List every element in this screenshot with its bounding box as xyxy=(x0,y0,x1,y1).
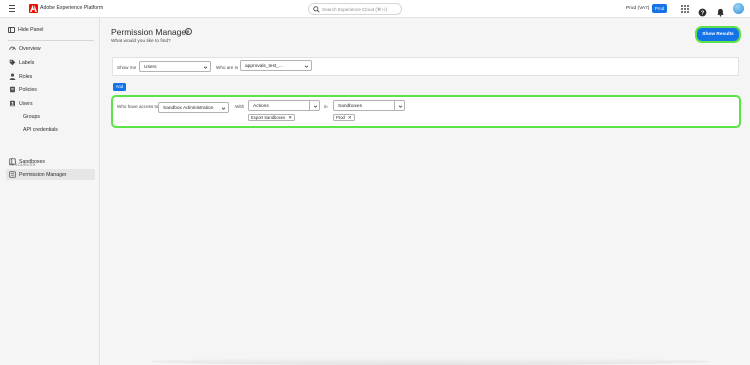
sidebar-item-sandboxes[interactable]: Sandboxes xyxy=(6,156,95,167)
sidebar-item-label: Labels xyxy=(19,60,35,66)
access-panel: Who have access to Sandbox Administratio… xyxy=(113,97,739,126)
remove-tag-icon[interactable]: ✕ xyxy=(348,115,352,120)
who-are-in-value: approvals_test_... xyxy=(245,64,283,69)
adobe-logo-icon[interactable] xyxy=(29,4,38,13)
global-search-input[interactable]: Search Experience Cloud (⌘+/) xyxy=(308,3,402,15)
chevron-down-icon xyxy=(203,66,208,69)
access-dropdown[interactable]: Sandbox Administration xyxy=(158,102,229,113)
show-me-dropdown[interactable]: Users xyxy=(139,61,211,72)
sidebar-item-policies[interactable]: Policies xyxy=(6,84,95,95)
policy-icon xyxy=(10,86,15,93)
org-switcher[interactable]: Prod (VA7) xyxy=(626,6,649,11)
search-placeholder: Search Experience Cloud (⌘+/) xyxy=(322,7,387,12)
page-subtitle: What would you like to find? xyxy=(111,39,171,44)
tag-label: Prod xyxy=(336,115,345,120)
in-label: in xyxy=(324,104,328,109)
avatar[interactable] xyxy=(733,3,744,14)
and-button[interactable]: And xyxy=(113,83,126,91)
sandbox-icon xyxy=(9,158,16,165)
with-dropdown[interactable]: Actions xyxy=(248,100,320,111)
with-dropdown-toggle[interactable] xyxy=(309,101,319,110)
permission-manager-icon xyxy=(9,171,16,178)
chevron-down-icon xyxy=(304,65,309,68)
sidebar-item-label: Groups xyxy=(23,114,41,120)
footer-shadow xyxy=(150,358,710,365)
remove-tag-icon[interactable]: ✕ xyxy=(288,115,292,120)
sidebar-item-label: Users xyxy=(19,101,33,107)
with-value: Actions xyxy=(253,104,269,109)
main-content: Permission Manager i What would you like… xyxy=(101,18,750,365)
filter-panel: Show me Users Who are in approvals_test_… xyxy=(112,57,739,76)
who-are-in-dropdown[interactable]: approvals_test_... xyxy=(240,60,312,71)
chevron-down-icon xyxy=(398,104,402,108)
sidebar-item-overview[interactable]: Overview xyxy=(6,43,95,54)
sidebar-item-label: Sandboxes xyxy=(19,159,45,165)
sidebar-item-label: Permission Manager xyxy=(19,172,67,178)
chevron-down-icon xyxy=(221,107,226,110)
users-icon xyxy=(10,100,15,107)
in-dropdown[interactable]: Sandboxes xyxy=(333,100,405,111)
info-icon[interactable]: i xyxy=(185,28,192,35)
overview-icon xyxy=(9,46,16,51)
show-me-label: Show me xyxy=(117,65,137,70)
sidebar-item-api-credentials[interactable]: API credentials xyxy=(6,124,95,135)
svg-text:?: ? xyxy=(701,11,705,17)
hide-panel-label: Hide Panel xyxy=(18,27,44,33)
sidebar: Hide Panel Overview Labels Roles Policie… xyxy=(0,18,100,365)
who-have-access-label: Who have access to xyxy=(117,104,159,109)
chevron-down-icon xyxy=(313,104,317,108)
label-icon xyxy=(9,59,16,66)
user-icon xyxy=(9,73,16,80)
in-value: Sandboxes xyxy=(338,104,363,109)
page-title: Permission Manager xyxy=(111,27,189,37)
access-value: Sandbox Administration xyxy=(163,106,214,111)
in-dropdown-toggle[interactable] xyxy=(394,101,404,110)
sidebar-item-label: API credentials xyxy=(23,127,58,133)
notification-bell-icon[interactable] xyxy=(716,4,725,17)
sidebar-item-groups[interactable]: Groups xyxy=(6,111,95,122)
show-results-button[interactable]: Show Results xyxy=(697,28,739,41)
apps-grid-icon[interactable] xyxy=(680,4,689,13)
menu-icon[interactable] xyxy=(9,5,15,12)
tag-label: Export Sandboxes xyxy=(251,115,286,120)
in-tag[interactable]: Prod ✕ xyxy=(333,114,355,121)
top-bar: Adobe Experience Platform Search Experie… xyxy=(0,0,750,18)
sidebar-item-users[interactable]: Users xyxy=(6,98,95,109)
sidebar-item-label: Overview xyxy=(19,46,41,52)
divider xyxy=(8,40,94,41)
sidebar-item-roles[interactable]: Roles xyxy=(6,71,95,82)
app-title[interactable]: Adobe Experience Platform xyxy=(40,5,103,11)
help-icon[interactable]: ? xyxy=(698,4,707,17)
sidebar-item-labels[interactable]: Labels xyxy=(6,57,95,68)
with-label: With xyxy=(235,104,245,109)
sidebar-item-label: Policies xyxy=(19,87,37,93)
panel-icon xyxy=(8,27,15,33)
show-me-value: Users xyxy=(144,65,157,70)
with-tag[interactable]: Export Sandboxes ✕ xyxy=(248,114,295,121)
who-are-in-label: Who are in xyxy=(216,65,239,70)
search-icon xyxy=(313,6,320,13)
sidebar-item-permission-manager[interactable]: Permission Manager xyxy=(6,169,95,180)
sidebar-item-label: Roles xyxy=(19,74,33,80)
env-badge[interactable]: Prod xyxy=(652,4,667,13)
